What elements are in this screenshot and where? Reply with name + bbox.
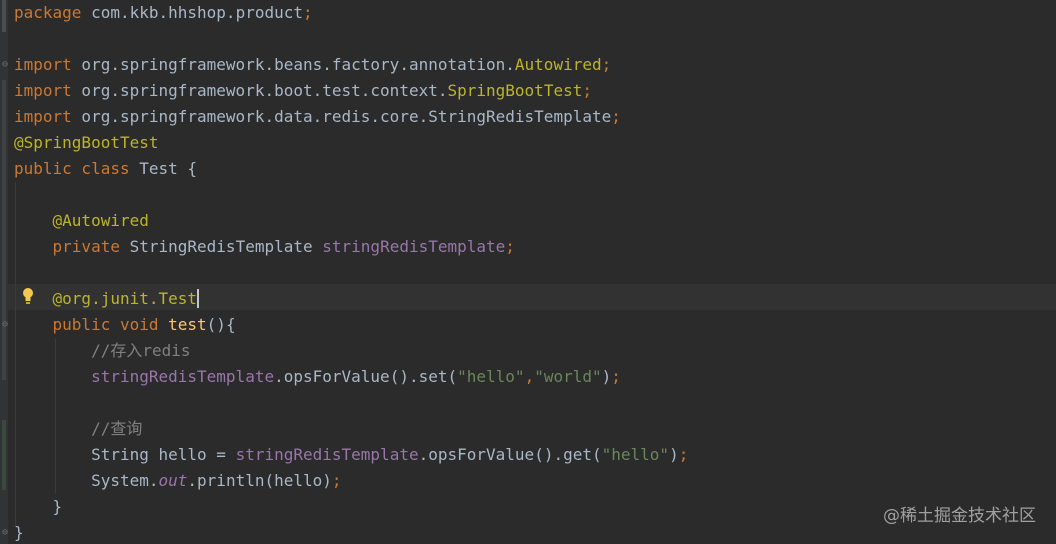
code-line[interactable]: String hello = stringRedisTemplate.opsFo… [14, 442, 688, 468]
code-token: Autowired [514, 55, 602, 74]
code-token: } [14, 523, 24, 542]
fold-marker-icon[interactable]: ⊖ [2, 60, 10, 70]
code-token: org.springframework.boot.test.context. [71, 81, 448, 100]
code-token: ; [303, 3, 313, 22]
text-caret [197, 289, 200, 308]
code-token: StringRedisTemplate [119, 237, 323, 256]
code-line[interactable]: //存入redis [14, 338, 191, 364]
code-token: com.kkb.hhshop.product [81, 3, 303, 22]
code-token: Test { [129, 159, 198, 178]
gutter-change-marker [2, 420, 6, 490]
gutter[interactable] [0, 0, 8, 544]
code-line[interactable]: System.out.println(hello); [14, 468, 342, 494]
code-token: ; [678, 445, 689, 464]
code-line[interactable]: public void test(){ [14, 312, 236, 338]
code-line[interactable]: import org.springframework.boot.test.con… [14, 78, 592, 104]
code-token: ; [611, 107, 621, 126]
code-line[interactable]: } [14, 494, 63, 520]
code-token: stringRedisTemplate [235, 445, 419, 464]
code-token: .opsForValue().set( [274, 367, 458, 386]
code-token: //查询 [91, 419, 143, 438]
code-line[interactable]: public class Test { [14, 156, 197, 182]
fold-marker-icon[interactable]: ⊖ [2, 320, 10, 330]
code-line[interactable]: package com.kkb.hhshop.product; [14, 0, 313, 26]
code-token: import [14, 107, 72, 126]
code-token: "hello" [601, 445, 670, 464]
code-line[interactable]: @Autowired [14, 208, 149, 234]
code-token: org.springframework.data.redis.core.Stri… [71, 107, 612, 126]
code-line[interactable]: } [14, 520, 24, 544]
code-token: ; [505, 237, 515, 256]
code-line[interactable]: import org.springframework.beans.factory… [14, 52, 611, 78]
code-token: public class [14, 159, 130, 178]
code-token: @org.junit. [52, 289, 159, 308]
code-token: out [158, 471, 188, 490]
code-line[interactable]: import org.springframework.data.redis.co… [14, 104, 621, 130]
fold-marker-icon[interactable]: ⊖ [2, 528, 10, 538]
code-token: "world" [534, 367, 602, 386]
code-line[interactable]: private StringRedisTemplate stringRedisT… [14, 234, 515, 260]
watermark: @稀土掘金技术社区 [883, 506, 1036, 526]
code-token: "hello" [457, 367, 525, 386]
code-token: test [168, 315, 207, 334]
code-token: import [14, 55, 72, 74]
code-token: ) [601, 367, 612, 386]
code-line[interactable]: @org.junit.Test [14, 286, 200, 312]
code-token: (){ [206, 315, 236, 334]
code-token: package [14, 3, 82, 22]
code-line[interactable]: //查询 [14, 416, 142, 442]
code-token: , [524, 367, 535, 386]
code-token: @Autowired [52, 211, 149, 230]
code-token: //存入redis [91, 341, 191, 360]
code-token: stringRedisTemplate [322, 237, 506, 256]
code-token: .println(hello) [187, 471, 332, 490]
code-token: ; [582, 81, 592, 100]
code-token: .opsForValue().get( [418, 445, 602, 464]
code-token: ) [669, 445, 679, 464]
code-line[interactable]: stringRedisTemplate.opsForValue().set("h… [14, 364, 621, 390]
code-token: String hello = [91, 445, 236, 464]
code-token: public void [52, 315, 159, 334]
gutter-change-marker [2, 80, 6, 380]
code-line[interactable]: @SpringBootTest [14, 130, 159, 156]
code-editor[interactable]: ⊖ ⊖ ⊖ package com.kkb.hhshop.product; imp… [0, 0, 1056, 544]
code-token: ; [601, 55, 612, 74]
code-token: @SpringBootTest [14, 133, 159, 152]
code-token: stringRedisTemplate [91, 367, 275, 386]
code-token: private [52, 237, 120, 256]
gutter-change-marker [2, 0, 6, 32]
code-token: System. [91, 471, 159, 490]
code-token: ; [331, 471, 342, 490]
code-token: SpringBootTest [447, 81, 583, 100]
code-token: org.springframework.beans.factory.annota… [71, 55, 515, 74]
code-token: ; [611, 367, 621, 386]
code-token: } [14, 497, 63, 516]
code-token: import [14, 81, 72, 100]
code-token: Test [158, 289, 198, 308]
